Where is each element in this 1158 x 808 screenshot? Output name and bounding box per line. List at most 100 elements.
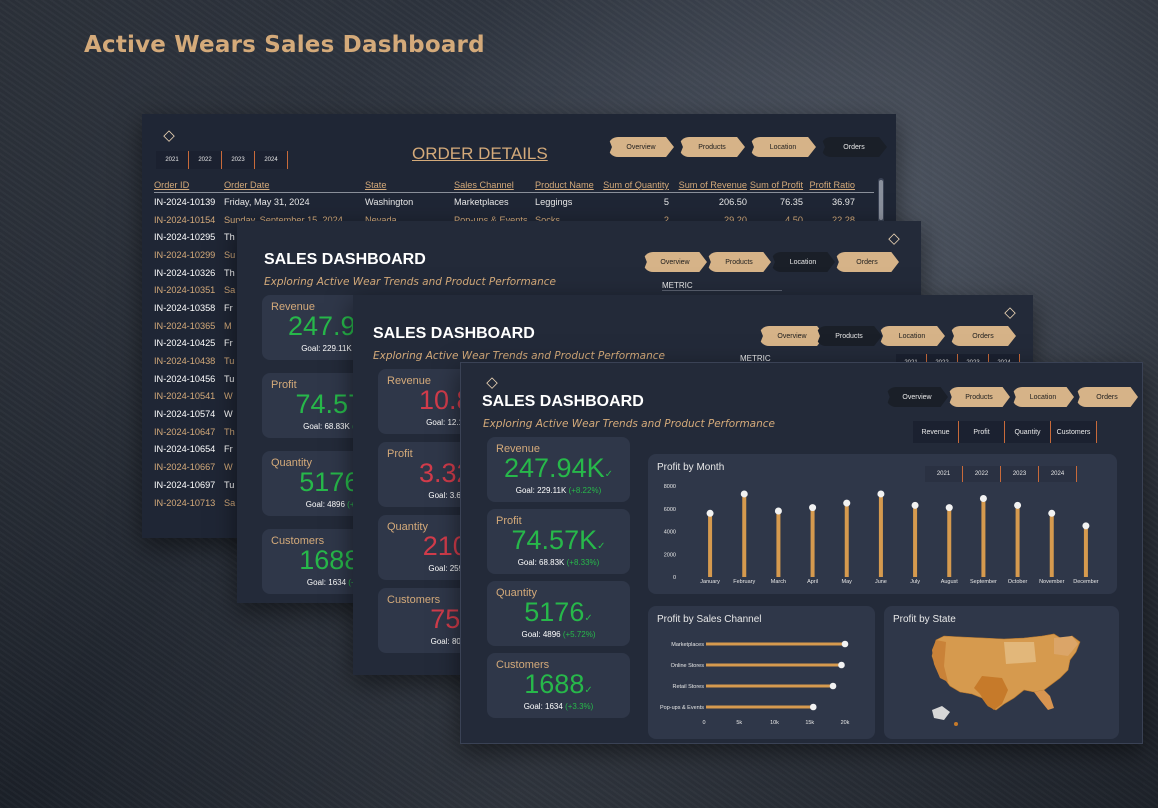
us-map[interactable] bbox=[884, 606, 1119, 739]
x-tick-label: 20k bbox=[841, 720, 850, 726]
tab-quantity[interactable]: Quantity bbox=[1005, 421, 1051, 443]
nav-location[interactable]: Location bbox=[1012, 387, 1074, 407]
point-august[interactable] bbox=[945, 504, 953, 512]
hawaii bbox=[954, 722, 958, 726]
tab-customers[interactable]: Customers bbox=[1051, 421, 1097, 443]
bar-online-stores[interactable] bbox=[706, 663, 842, 667]
col-order-id[interactable]: Order ID bbox=[154, 180, 224, 190]
cell-order-id: IN-2024-10541 bbox=[154, 391, 216, 402]
cell-order-id: IN-2024-10667 bbox=[154, 462, 216, 473]
eraser-icon[interactable]: ◇ bbox=[158, 124, 180, 146]
check-icon: ✓ bbox=[597, 541, 606, 552]
point[interactable] bbox=[841, 640, 849, 648]
col-sum-revenue[interactable]: Sum of Revenue bbox=[671, 180, 747, 190]
cell-order-id: IN-2024-10365 bbox=[154, 320, 216, 331]
point-march[interactable] bbox=[774, 507, 782, 515]
x-tick-label: December bbox=[1073, 579, 1099, 585]
alaska bbox=[932, 706, 950, 720]
bar-may[interactable] bbox=[844, 503, 849, 577]
cell-order-id: IN-2024-10358 bbox=[154, 302, 216, 313]
nav-products[interactable]: Products bbox=[679, 137, 745, 157]
eraser-icon[interactable]: ◇ bbox=[481, 371, 503, 393]
bar-retail-stores[interactable] bbox=[706, 684, 834, 688]
cell-order-id: IN-2024-10438 bbox=[154, 356, 216, 367]
bar-august[interactable] bbox=[947, 507, 952, 577]
col-order-date[interactable]: Order Date bbox=[224, 180, 365, 190]
nav-overview[interactable]: Overview bbox=[886, 387, 948, 407]
point-september[interactable] bbox=[979, 495, 987, 503]
profit-by-state-card: Profit by State bbox=[884, 606, 1119, 739]
col-profit-ratio[interactable]: Profit Ratio bbox=[803, 180, 855, 190]
y-tick-label: 8000 bbox=[664, 484, 676, 490]
bar-march[interactable] bbox=[776, 511, 781, 577]
nav-location[interactable]: Location bbox=[771, 252, 835, 272]
tab-revenue[interactable]: Revenue bbox=[913, 421, 959, 443]
nav-orders[interactable]: Orders bbox=[950, 326, 1016, 346]
nav-products[interactable]: Products bbox=[707, 252, 771, 272]
nav-overview[interactable]: Overview bbox=[759, 326, 825, 346]
point-january[interactable] bbox=[706, 509, 714, 517]
nav-location[interactable]: Location bbox=[750, 137, 816, 157]
point[interactable] bbox=[838, 661, 845, 669]
bar-marketplaces[interactable] bbox=[706, 642, 845, 646]
nav-location[interactable]: Location bbox=[879, 326, 945, 346]
eraser-icon[interactable]: ◇ bbox=[999, 301, 1021, 323]
x-tick-label: October bbox=[1008, 579, 1028, 585]
year-2021[interactable]: 2021 bbox=[156, 151, 189, 169]
bar-november[interactable] bbox=[1049, 513, 1054, 577]
bar-july[interactable] bbox=[913, 505, 918, 577]
bar-april[interactable] bbox=[810, 507, 815, 577]
table-header: Order ID Order Date State Sales Channel … bbox=[154, 178, 874, 193]
nav-overview[interactable]: Overview bbox=[608, 137, 674, 157]
bar-february[interactable] bbox=[742, 493, 747, 577]
eraser-icon[interactable]: ◇ bbox=[883, 227, 905, 249]
x-tick-label: July bbox=[910, 579, 920, 585]
point-december[interactable] bbox=[1082, 522, 1090, 530]
col-sum-quantity[interactable]: Sum of Quantity bbox=[601, 180, 671, 190]
point[interactable] bbox=[829, 682, 837, 690]
point-june[interactable] bbox=[877, 490, 885, 498]
col-product-name[interactable]: Product Name bbox=[535, 180, 601, 190]
col-state[interactable]: State bbox=[365, 180, 454, 190]
bar-december[interactable] bbox=[1083, 525, 1088, 577]
dashboard-subtitle: Exploring Active Wear Trends and Product… bbox=[483, 418, 775, 430]
tab-profit[interactable]: Profit bbox=[959, 421, 1005, 443]
point-february[interactable] bbox=[740, 490, 748, 498]
bar-pop-ups-events[interactable] bbox=[706, 705, 814, 709]
kpi-card-quantity: Quantity 5176✓ Goal: 4896 (+5.72%) bbox=[487, 581, 630, 646]
col-sales-channel[interactable]: Sales Channel bbox=[454, 180, 535, 190]
profit-by-channel-card: Profit by Sales Channel Marketplaces Onli… bbox=[648, 606, 875, 739]
scroll-thumb[interactable] bbox=[879, 180, 883, 220]
category-label: Marketplaces bbox=[671, 642, 704, 648]
point-may[interactable] bbox=[843, 499, 851, 507]
x-tick-label: November bbox=[1039, 579, 1065, 585]
cell: IN-2024-10154 bbox=[154, 214, 216, 225]
nav-orders[interactable]: Orders bbox=[821, 137, 887, 157]
kpi-value: 1688✓ bbox=[524, 669, 593, 699]
nav-products[interactable]: Products bbox=[816, 326, 882, 346]
dashboard-title: SALES DASHBOARD bbox=[264, 251, 426, 268]
nav-products[interactable]: Products bbox=[948, 387, 1010, 407]
point[interactable] bbox=[809, 703, 817, 711]
year-2023[interactable]: 2023 bbox=[222, 151, 255, 169]
nav-orders[interactable]: Orders bbox=[1076, 387, 1138, 407]
col-sum-profit[interactable]: Sum of Profit bbox=[747, 180, 803, 190]
point-april[interactable] bbox=[809, 504, 817, 512]
bar-january[interactable] bbox=[708, 513, 713, 577]
year-2022[interactable]: 2022 bbox=[189, 151, 222, 169]
nav-orders[interactable]: Orders bbox=[835, 252, 899, 272]
point-october[interactable] bbox=[1014, 501, 1022, 509]
table-row[interactable]: IN-2024-10139 Friday, May 31, 2024 Washi… bbox=[154, 193, 874, 211]
profit-by-month-card: Profit by Month 2021 2022 2023 2024 0 200… bbox=[648, 454, 1117, 594]
nav-overview[interactable]: Overview bbox=[643, 252, 707, 272]
point-july[interactable] bbox=[911, 501, 919, 509]
cell-order-id: IN-2024-10654 bbox=[154, 444, 216, 455]
metric-selector[interactable]: METRIC bbox=[662, 281, 782, 291]
bar-october[interactable] bbox=[1015, 505, 1020, 577]
point-november[interactable] bbox=[1048, 509, 1056, 517]
cell-order-id: IN-2024-10713 bbox=[154, 497, 216, 508]
bar-june[interactable] bbox=[878, 493, 883, 577]
category-label: Pop-ups & Events bbox=[660, 705, 704, 711]
year-2024[interactable]: 2024 bbox=[255, 151, 288, 169]
bar-september[interactable] bbox=[981, 498, 986, 577]
